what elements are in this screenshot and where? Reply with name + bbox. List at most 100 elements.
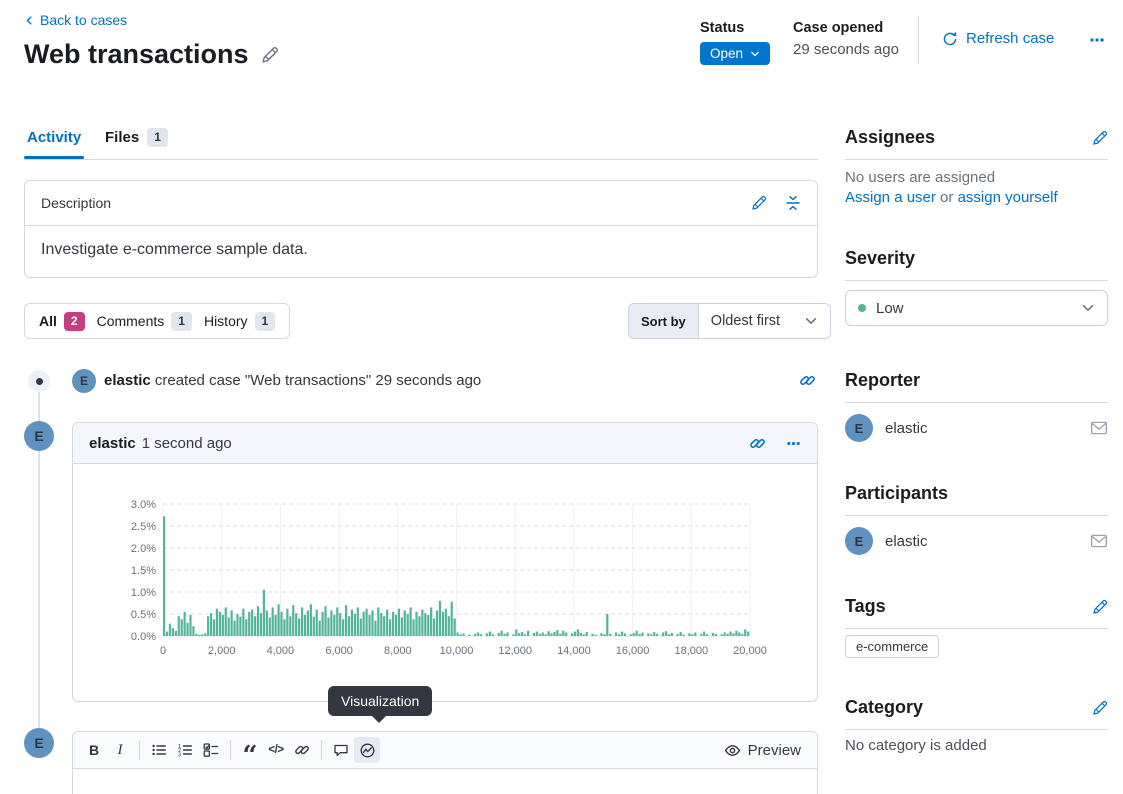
reporter-title: Reporter — [845, 370, 920, 391]
created-event-user: elastic — [104, 372, 151, 389]
avatar: E — [24, 421, 54, 451]
severity-section: Severity Low — [845, 248, 1108, 326]
svg-text:3: 3 — [178, 752, 181, 758]
category-empty-text: No category is added — [845, 737, 1108, 754]
bullet-list-icon — [151, 742, 167, 758]
task-list-button[interactable] — [198, 737, 224, 763]
envelope-icon — [1090, 419, 1108, 437]
editor-toolbar: B I 123 “ </> Preview — [73, 732, 817, 769]
back-to-cases-link[interactable]: Back to cases — [24, 12, 127, 28]
svg-text:0.5%: 0.5% — [131, 609, 156, 621]
category-section: Category No category is added — [845, 697, 1108, 754]
assignees-section: Assignees No users are assigned Assign a… — [845, 127, 1108, 206]
add-visualization-button[interactable] — [354, 737, 380, 763]
speech-bubble-icon — [333, 742, 349, 758]
edit-category-pencil-icon[interactable] — [1092, 700, 1108, 716]
created-event-action: created case "Web transactions" 29 secon… — [151, 372, 482, 389]
filter-comments-count-badge: 1 — [171, 312, 192, 331]
svg-text:2.0%: 2.0% — [131, 543, 156, 555]
ordered-list-button[interactable]: 123 — [172, 737, 198, 763]
assignees-empty-text: No users are assigned — [845, 169, 1108, 186]
cases-page: Back to cases Web transactions Status Op… — [0, 0, 1123, 794]
filter-all[interactable]: All 2 — [39, 312, 85, 331]
checklist-icon — [203, 742, 219, 758]
permalink-icon[interactable] — [749, 435, 766, 452]
svg-text:20,000: 20,000 — [733, 645, 767, 657]
edit-description-pencil-icon[interactable] — [751, 195, 767, 211]
status-open-button[interactable]: Open — [700, 42, 770, 65]
tags-section: Tags e-commerce — [845, 596, 1108, 658]
svg-text:12,000: 12,000 — [498, 645, 532, 657]
edit-tags-pencil-icon[interactable] — [1092, 599, 1108, 615]
comment-textarea[interactable] — [73, 769, 817, 794]
tab-files[interactable]: Files 1 — [105, 128, 168, 147]
participant-user-row: E elastic — [845, 527, 1108, 555]
category-title: Category — [845, 697, 923, 718]
svg-text:16,000: 16,000 — [616, 645, 650, 657]
eye-icon — [724, 742, 741, 759]
filter-comments-label: Comments — [97, 313, 165, 329]
reporter-user-row: E elastic — [845, 414, 1108, 442]
status-value: Open — [710, 46, 743, 61]
or-text: or — [936, 189, 958, 206]
comment-user: elastic — [89, 435, 136, 452]
sort-order-select[interactable]: Oldest first — [699, 304, 830, 338]
case-sidebar: Assignees No users are assigned Assign a… — [845, 0, 1108, 794]
svg-text:10,000: 10,000 — [440, 645, 474, 657]
reporter-username: elastic — [885, 420, 928, 437]
tab-files-label: Files — [105, 129, 139, 146]
bold-button[interactable]: B — [81, 737, 107, 763]
comment-timestamp: 1 second ago — [142, 435, 232, 452]
filter-history-count-badge: 1 — [255, 312, 276, 331]
unordered-list-button[interactable] — [146, 737, 172, 763]
filter-all-label: All — [39, 313, 57, 329]
description-title: Description — [41, 195, 111, 211]
italic-button[interactable]: I — [107, 737, 133, 763]
svg-text:4,000: 4,000 — [267, 645, 295, 657]
assignees-title: Assignees — [845, 127, 935, 148]
assign-a-user-link[interactable]: Assign a user — [845, 189, 936, 206]
svg-text:6,000: 6,000 — [325, 645, 353, 657]
back-link-label: Back to cases — [40, 12, 127, 28]
svg-text:8,000: 8,000 — [384, 645, 412, 657]
add-case-comment-button[interactable] — [328, 737, 354, 763]
quote-button[interactable]: “ — [237, 731, 263, 769]
avatar: E — [845, 527, 873, 555]
preview-button[interactable]: Preview — [724, 742, 809, 759]
link-icon — [294, 742, 310, 758]
code-button[interactable]: </> — [263, 737, 289, 763]
severity-select[interactable]: Low — [845, 290, 1108, 326]
tag-badge[interactable]: e-commerce — [845, 635, 939, 658]
comment-actions-ellipsis-icon[interactable] — [786, 436, 801, 451]
toolbar-divider — [321, 740, 322, 760]
edit-title-pencil-icon[interactable] — [261, 46, 279, 64]
status-block: Status Open — [700, 20, 770, 65]
avatar: E — [845, 414, 873, 442]
page-title: Web transactions — [24, 39, 249, 70]
assign-yourself-link[interactable]: assign yourself — [958, 189, 1058, 206]
participant-username: elastic — [885, 533, 928, 550]
collapse-description-fold-icon[interactable] — [785, 195, 801, 211]
files-count-badge: 1 — [147, 128, 168, 147]
created-event-text: elastic created case "Web transactions" … — [104, 372, 481, 389]
svg-text:14,000: 14,000 — [557, 645, 591, 657]
toolbar-divider — [139, 740, 140, 760]
sort-by-label: Sort by — [629, 304, 699, 338]
svg-text:3.0%: 3.0% — [131, 499, 156, 511]
comment-visualization-chart[interactable]: 02,0004,0006,0008,00010,00012,00014,0001… — [112, 490, 774, 662]
tab-activity[interactable]: Activity — [27, 129, 81, 146]
permalink-icon[interactable] — [799, 372, 816, 389]
avatar: E — [24, 728, 54, 758]
timeline-event-marker — [28, 370, 50, 392]
edit-assignees-pencil-icon[interactable] — [1092, 130, 1108, 146]
filter-comments[interactable]: Comments 1 — [97, 312, 192, 331]
participants-section: Participants E elastic — [845, 483, 1108, 555]
tabs-bottom-border — [24, 159, 818, 160]
comment-header: elastic 1 second ago — [73, 423, 817, 464]
avatar: E — [72, 369, 96, 393]
chevron-down-icon — [1081, 301, 1095, 315]
filter-history[interactable]: History 1 — [204, 312, 275, 331]
filter-all-count-badge: 2 — [64, 312, 85, 331]
severity-dot-icon — [858, 304, 866, 312]
link-button[interactable] — [289, 737, 315, 763]
